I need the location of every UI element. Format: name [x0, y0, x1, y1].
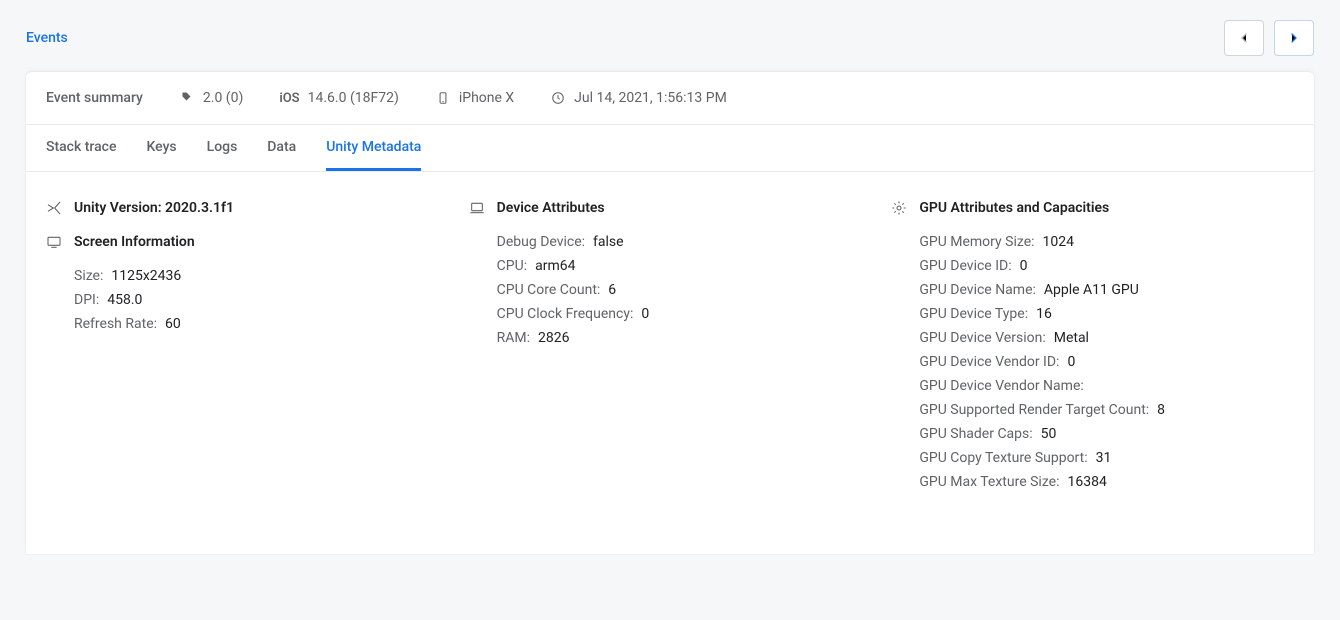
tab-unity-metadata[interactable]: Unity Metadata: [326, 125, 421, 171]
chevron-left-icon: [1236, 30, 1252, 46]
gpu-copytex-value: 31: [1096, 446, 1112, 470]
gpu-vendid-value: 0: [1067, 350, 1075, 374]
unity-version-label: Unity Version: 2020.3.1f1: [74, 200, 234, 216]
gpu-maxtex-key: GPU Max Texture Size:: [919, 470, 1059, 494]
chip-icon: [891, 200, 907, 216]
mobile-icon: [435, 91, 451, 105]
clock-value: 0: [641, 302, 649, 326]
dpi-value: 458.0: [107, 288, 142, 312]
gpu-shader-value: 50: [1041, 422, 1057, 446]
gpu-devid-key: GPU Device ID:: [919, 254, 1011, 278]
gpu-vendid-key: GPU Device Vendor ID:: [919, 350, 1059, 374]
unity-metadata-content: Unity Version: 2020.3.1f1 Screen Informa…: [26, 172, 1314, 554]
cores-value: 6: [608, 278, 616, 302]
gpu-devtype-value: 16: [1036, 302, 1052, 326]
screen-info-heading: Screen Information: [46, 234, 449, 250]
gpu-devname-value: Apple A11 GPU: [1044, 278, 1139, 302]
gpu-rtc-value: 8: [1157, 398, 1165, 422]
size-key: Size:: [74, 264, 103, 288]
tab-logs[interactable]: Logs: [207, 125, 238, 171]
device-model-value: iPhone X: [459, 90, 514, 106]
refresh-value: 60: [165, 312, 181, 336]
device-attrs-label: Device Attributes: [497, 200, 605, 216]
tab-stack-trace[interactable]: Stack trace: [46, 125, 117, 171]
cpu-key: CPU:: [497, 254, 527, 278]
gpu-shader-key: GPU Shader Caps:: [919, 422, 1032, 446]
cores-key: CPU Core Count:: [497, 278, 601, 302]
app-version-chip: 2.0 (0): [179, 90, 243, 106]
device-chip: iPhone X: [435, 90, 514, 106]
gpu-maxtex-value: 16384: [1067, 470, 1106, 494]
event-summary-row: Event summary 2.0 (0) iOS 14.6.0 (18F72)…: [26, 72, 1314, 125]
gpu-devtype-key: GPU Device Type:: [919, 302, 1028, 326]
unity-version-heading: Unity Version: 2020.3.1f1: [46, 200, 449, 216]
col-gpu: GPU Attributes and Capacities GPU Memory…: [891, 200, 1294, 494]
app-version-value: 2.0 (0): [203, 90, 243, 106]
gpu-copytex-key: GPU Copy Texture Support:: [919, 446, 1087, 470]
pager-nav: [1224, 20, 1314, 56]
gpu-mem-key: GPU Memory Size:: [919, 230, 1034, 254]
event-tabs: Stack trace Keys Logs Data Unity Metadat…: [26, 125, 1314, 172]
size-value: 1125x2436: [111, 264, 181, 288]
refresh-key: Refresh Rate:: [74, 312, 157, 336]
gpu-rtc-key: GPU Supported Render Target Count:: [919, 398, 1149, 422]
gpu-devid-value: 0: [1020, 254, 1028, 278]
next-event-button[interactable]: [1274, 20, 1314, 56]
event-summary-label: Event summary: [46, 90, 143, 106]
ram-value: 2826: [538, 326, 569, 350]
gpu-devver-value: Metal: [1054, 326, 1089, 350]
timestamp-chip: Jul 14, 2021, 1:56:13 PM: [550, 90, 727, 106]
gpu-vendname-key: GPU Device Vendor Name:: [919, 374, 1083, 398]
col-screen: Unity Version: 2020.3.1f1 Screen Informa…: [46, 200, 449, 494]
gpu-devname-key: GPU Device Name:: [919, 278, 1036, 302]
laptop-icon: [469, 200, 485, 216]
tab-data[interactable]: Data: [267, 125, 296, 171]
tab-keys[interactable]: Keys: [147, 125, 177, 171]
event-card: Event summary 2.0 (0) iOS 14.6.0 (18F72)…: [26, 72, 1314, 554]
tag-icon: [179, 90, 195, 106]
screen-info-label: Screen Information: [74, 234, 195, 250]
os-chip: iOS 14.6.0 (18F72): [279, 90, 399, 106]
gpu-attrs-label: GPU Attributes and Capacities: [919, 200, 1109, 216]
gpu-attrs-heading: GPU Attributes and Capacities: [891, 200, 1294, 216]
gpu-devver-key: GPU Device Version:: [919, 326, 1045, 350]
ios-icon: iOS: [279, 91, 299, 106]
chevron-right-icon: [1286, 30, 1302, 46]
clock-key: CPU Clock Frequency:: [497, 302, 634, 326]
prev-event-button[interactable]: [1224, 20, 1264, 56]
page-title[interactable]: Events: [26, 30, 68, 46]
dpi-key: DPI:: [74, 288, 99, 312]
debug-value: false: [593, 230, 624, 254]
unity-icon: [46, 200, 62, 216]
cpu-value: arm64: [535, 254, 575, 278]
col-device: Device Attributes Debug Device: false CPU…: [469, 200, 872, 494]
timestamp-value: Jul 14, 2021, 1:56:13 PM: [574, 90, 727, 106]
os-version-value: 14.6.0 (18F72): [308, 90, 399, 106]
debug-key: Debug Device:: [497, 230, 585, 254]
device-attrs-heading: Device Attributes: [469, 200, 872, 216]
gpu-mem-value: 1024: [1043, 230, 1074, 254]
monitor-icon: [46, 234, 62, 250]
ram-key: RAM:: [497, 326, 530, 350]
clock-icon: [550, 91, 566, 105]
